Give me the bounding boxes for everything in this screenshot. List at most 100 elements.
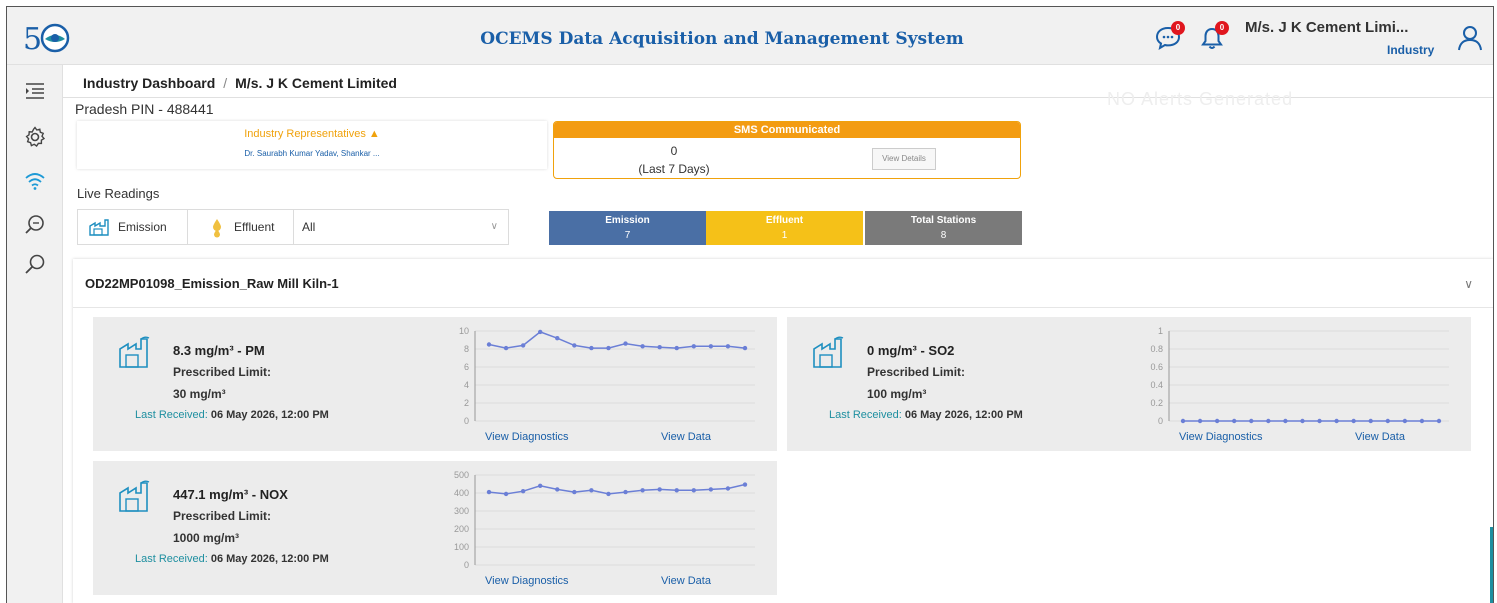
top-header: 5 OCEMS Data Acquisition and Management … <box>7 7 1493 65</box>
data-point[interactable] <box>589 488 594 493</box>
y-tick-label: 2 <box>464 398 469 408</box>
data-point[interactable] <box>657 345 662 350</box>
view-data-link[interactable]: View Data <box>661 431 711 443</box>
scrollbar[interactable] <box>1490 527 1493 603</box>
y-tick-label: 200 <box>454 524 469 534</box>
collapse-chevron-icon[interactable]: ∨ <box>1464 277 1473 291</box>
settings-gear-icon[interactable] <box>23 125 47 149</box>
data-point[interactable] <box>674 345 679 351</box>
data-point[interactable] <box>623 489 628 495</box>
y-tick-label: 400 <box>454 488 469 498</box>
data-point[interactable] <box>1351 418 1356 424</box>
data-point[interactable] <box>1249 418 1254 424</box>
search-icon[interactable] <box>23 253 47 277</box>
data-point[interactable] <box>1317 418 1322 424</box>
data-point[interactable] <box>640 488 645 493</box>
data-point[interactable] <box>486 489 492 495</box>
factory-icon <box>813 336 844 368</box>
data-point[interactable] <box>1419 418 1425 424</box>
user-profile-icon[interactable] <box>1455 23 1485 53</box>
data-point[interactable] <box>606 345 611 351</box>
live-readings-label: Live Readings <box>77 186 160 201</box>
view-diagnostics-link[interactable]: View Diagnostics <box>1179 431 1263 443</box>
data-point[interactable] <box>606 491 611 497</box>
y-tick-label: 4 <box>464 380 469 390</box>
data-point[interactable] <box>1283 418 1288 424</box>
data-point[interactable] <box>623 341 628 346</box>
tab-emission[interactable]: Emission <box>78 210 188 244</box>
tile-effluent[interactable]: Effluent 1 <box>706 211 863 245</box>
data-point[interactable] <box>691 344 696 349</box>
data-point[interactable] <box>742 345 748 351</box>
data-point[interactable] <box>708 344 714 349</box>
water-drops-icon <box>213 219 221 238</box>
data-point[interactable] <box>725 344 731 349</box>
view-details-button[interactable]: View Details <box>872 148 936 170</box>
user-role: Industry <box>1387 43 1435 57</box>
menu-toggle-icon[interactable] <box>23 79 47 103</box>
tile-total-stations[interactable]: Total Stations 8 <box>865 211 1022 245</box>
user-name[interactable]: M/s. J K Cement Limi... <box>1245 19 1408 36</box>
tile-total-value: 8 <box>940 230 947 241</box>
data-point[interactable] <box>589 345 594 351</box>
data-point[interactable] <box>640 344 645 349</box>
station-type-select[interactable]: All ∨ <box>294 210 508 244</box>
data-point[interactable] <box>1436 418 1442 424</box>
data-point[interactable] <box>691 488 696 493</box>
data-point[interactable] <box>572 489 577 495</box>
last-received-label: Last Received: <box>829 409 902 421</box>
chat-notification-button[interactable]: 0 <box>1153 21 1185 53</box>
data-point[interactable] <box>725 486 731 491</box>
y-tick-label: 300 <box>454 506 469 516</box>
tab-effluent[interactable]: Effluent <box>188 210 294 244</box>
view-data-link[interactable]: View Data <box>661 575 711 587</box>
breadcrumb-root[interactable]: Industry Dashboard <box>83 75 215 91</box>
series-line <box>488 483 746 495</box>
data-point[interactable] <box>1180 418 1186 424</box>
sidebar <box>7 65 63 603</box>
data-point[interactable] <box>538 483 543 488</box>
representatives-toggle[interactable]: Industry Representatives ▲ <box>77 128 547 140</box>
data-point[interactable] <box>555 487 560 492</box>
bell-notification-button[interactable]: 0 <box>1197 21 1229 53</box>
nox-trend-chart: 500 400 300 200 100 0 <box>454 470 755 570</box>
data-point[interactable] <box>674 488 679 493</box>
data-point[interactable] <box>1214 418 1220 424</box>
data-point[interactable] <box>503 345 509 351</box>
data-point[interactable] <box>1232 418 1237 424</box>
factory-icon <box>89 219 109 236</box>
last-received-label: Last Received: <box>135 409 208 421</box>
y-tick-label: 6 <box>464 362 469 372</box>
data-point[interactable] <box>572 343 577 348</box>
data-point[interactable] <box>742 482 748 487</box>
data-point[interactable] <box>538 329 543 335</box>
data-point[interactable] <box>520 489 526 494</box>
data-point[interactable] <box>1334 418 1339 424</box>
y-tick-label: 8 <box>464 344 469 354</box>
data-point[interactable] <box>1402 418 1408 424</box>
view-diagnostics-link[interactable]: View Diagnostics <box>485 575 569 587</box>
wifi-icon[interactable] <box>23 169 47 193</box>
data-point[interactable] <box>1368 418 1373 424</box>
tile-emission[interactable]: Emission 7 <box>549 211 706 245</box>
view-data-link[interactable]: View Data <box>1355 431 1405 443</box>
search-chat-icon[interactable] <box>23 213 47 237</box>
data-point[interactable] <box>1197 418 1203 424</box>
alerts-status-text: NO Alerts Generated <box>1107 89 1294 109</box>
last-received-value: 06 May 2026, 12:00 PM <box>210 553 329 565</box>
data-point[interactable] <box>486 342 492 347</box>
data-point[interactable] <box>555 336 560 341</box>
data-point[interactable] <box>1385 418 1390 424</box>
view-diagnostics-link[interactable]: View Diagnostics <box>485 431 569 443</box>
data-point[interactable] <box>503 491 509 497</box>
factory-icon <box>119 336 150 368</box>
data-point[interactable] <box>520 343 526 348</box>
data-point[interactable] <box>1300 418 1305 424</box>
last-received: Last Received: 06 May 2026, 12:00 PM <box>829 409 1023 421</box>
reading-value: 8.3 mg/m³ - PM <box>173 343 265 358</box>
data-point[interactable] <box>1266 418 1271 424</box>
prescribed-limit-value: 30 mg/m³ <box>173 387 226 401</box>
data-point[interactable] <box>708 487 714 492</box>
prescribed-limit-label: Prescribed Limit: <box>867 365 966 379</box>
data-point[interactable] <box>657 487 662 492</box>
